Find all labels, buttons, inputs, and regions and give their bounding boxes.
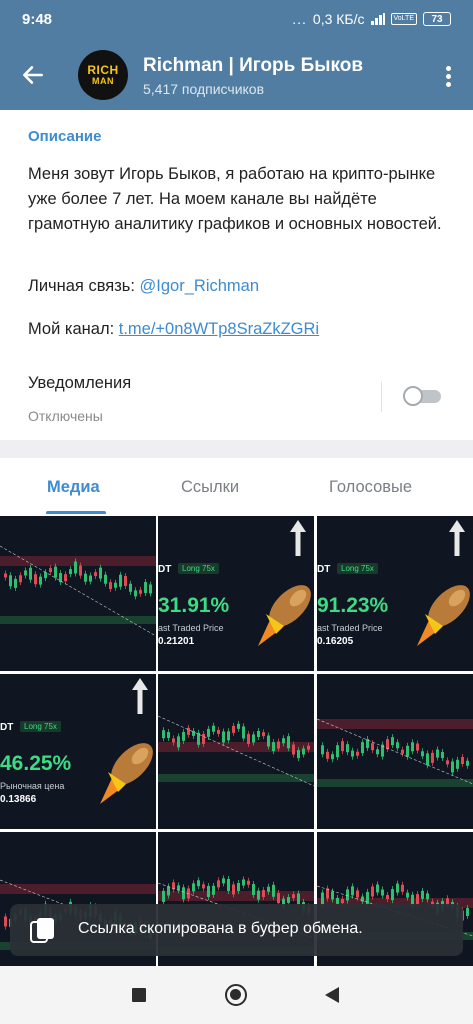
tab-voice[interactable]: Голосовые [329,478,412,497]
promo-profit-percent: 31.91% [158,594,230,617]
toast-text: Ссылка скопирована в буфер обмена. [78,920,363,937]
promo-price-label: ast Traded Price [158,623,224,633]
promo-leverage-badge: Long 75x [20,721,61,732]
promo-price: 0.16205 [317,636,354,647]
media-thumbnail[interactable]: DT Long 75x 31.91% ast Traded Price 0.21201 [158,516,314,671]
avatar-text-bottom: MAN [92,76,114,86]
tab-links[interactable]: Ссылки [181,478,239,497]
volte-badge: VoLTE [390,13,417,25]
promo-price: 0.21201 [158,636,195,647]
app-header: 9:48 ... 0,3 КБ/с VoLTE 73 RICH MAN Rich… [0,0,473,110]
channel-description: Меня зовут Игорь Быков, я работаю на кри… [28,165,442,233]
description-label: Описание [28,128,102,145]
active-tab-indicator [46,511,106,514]
subscriber-count: 5,417 подписчиков [143,81,265,97]
status-bar: 9:48 ... 0,3 КБ/с VoLTE 73 [0,0,473,42]
promo-symbol: DT [0,722,14,733]
channel-link-row: Мой канал: t.me/+0n8WTp8SraZkZGRi [28,320,319,339]
circle-home-icon[interactable] [225,984,247,1006]
media-thumbnail[interactable]: DT Long 75x 91.23% ast Traded Price 0.16205 [317,516,473,671]
system-nav-bar [0,966,473,1024]
promo-profit-percent: 46.25% [0,752,72,775]
channel-prefix: Мой канал: [28,320,119,338]
battery-icon: 73 [423,12,451,26]
media-thumbnail[interactable] [158,674,314,829]
triangle-back-icon[interactable] [325,987,339,1003]
promo-leverage-badge: Long 75x [178,563,219,574]
media-thumbnail[interactable] [317,674,473,829]
media-grid: DT Long 75x 31.91% ast Traded Price 0.21201 D… [0,516,473,987]
notifications-label[interactable]: Уведомления [28,374,131,393]
personal-contact: Личная связь: @Igor_Richman [28,277,259,296]
copy-icon [30,918,54,943]
signal-icon [370,13,385,25]
chart-preview [158,715,314,787]
promo-symbol: DT [317,564,331,575]
promo-price-label: ast Traded Price [317,623,383,633]
notifications-toggle[interactable] [403,386,443,406]
promo-leverage-badge: Long 75x [337,563,378,574]
notification-dots: ... [292,11,307,27]
channel-avatar[interactable]: RICH MAN [78,50,128,100]
shared-media-tabs: Медиа Ссылки Голосовые [0,458,473,516]
promo-price: 0.13866 [0,794,37,805]
tab-media[interactable]: Медиа [47,478,100,497]
media-thumbnail[interactable] [0,516,156,671]
more-vert-icon[interactable] [445,66,451,88]
channel-title[interactable]: Richman | Игорь Быков [143,55,363,77]
contact-handle-link[interactable]: @Igor_Richman [140,277,259,295]
promo-price-label: Рыночная цена [0,781,65,791]
chart-preview [0,545,156,637]
status-time: 9:48 [22,11,53,28]
square-icon[interactable] [132,988,146,1002]
divider [381,382,382,412]
copy-toast: Ссылка скопирована в буфер обмена. [10,904,463,956]
arrow-left-icon[interactable] [20,62,46,88]
notifications-state: Отключены [28,408,103,424]
network-speed: 0,3 КБ/с [312,11,365,27]
avatar-text-top: RICH [87,63,119,77]
promo-symbol: DT [158,564,172,575]
chart-preview [317,718,473,787]
channel-info-card: Описание Меня зовут Игорь Быков, я работ… [0,110,473,440]
media-thumbnail[interactable]: DT Long 75x 46.25% Рыночная цена 0.13866 [0,674,156,829]
channel-invite-link[interactable]: t.me/+0n8WTp8SraZkZGRi [119,320,319,338]
contact-prefix: Личная связь: [28,277,140,295]
screen: 9:48 ... 0,3 КБ/с VoLTE 73 RICH MAN Rich… [0,0,473,1024]
promo-profit-percent: 91.23% [317,594,389,617]
status-right: ... 0,3 КБ/с VoLTE 73 [292,11,451,27]
